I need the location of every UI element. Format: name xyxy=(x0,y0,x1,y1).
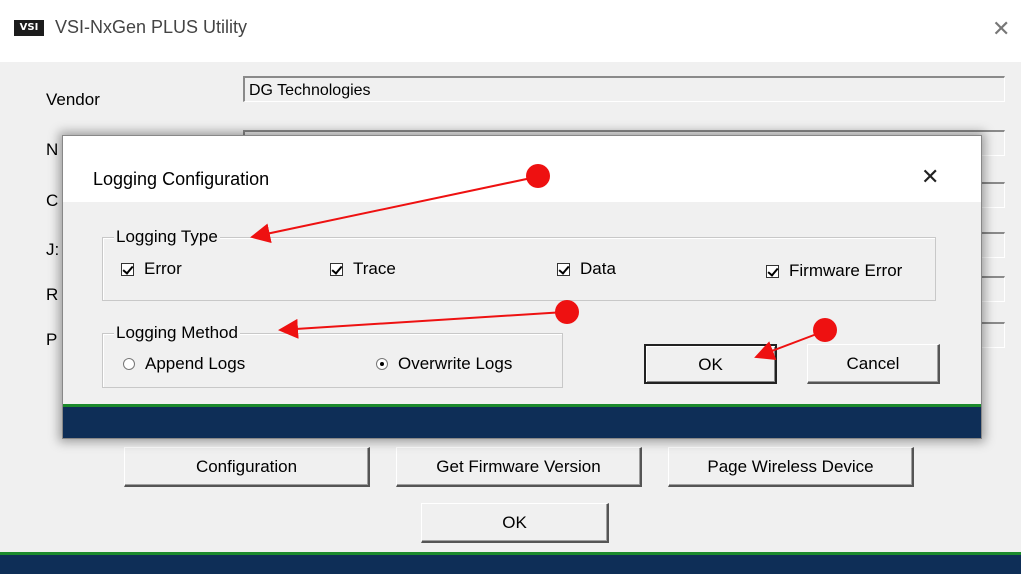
error-checkbox-label: Error xyxy=(144,259,182,278)
data-checkbox[interactable]: Data xyxy=(557,259,616,279)
dialog-close-icon[interactable]: ✕ xyxy=(921,164,939,190)
overwrite-logs-label: Overwrite Logs xyxy=(398,354,513,373)
logging-method-legend: Logging Method xyxy=(114,323,240,343)
dialog-body: Logging Type Error Trace Data Firmware E… xyxy=(63,202,981,404)
data-check-box-icon[interactable] xyxy=(557,262,570,276)
dialog-title-bar: Logging Configuration ✕ xyxy=(63,136,981,202)
main-title-bar: VSI VSI-NxGen PLUS Utility ✕ xyxy=(0,0,1021,62)
error-checkbox[interactable]: Error xyxy=(121,259,182,279)
configuration-button[interactable]: Configuration xyxy=(124,447,370,487)
main-status-bar xyxy=(0,552,1021,574)
logging-configuration-dialog: Logging Configuration ✕ Logging Type Err… xyxy=(62,135,982,439)
main-close-icon[interactable]: ✕ xyxy=(992,16,1010,42)
page-wireless-device-button[interactable]: Page Wireless Device xyxy=(668,447,914,487)
logging-type-legend: Logging Type xyxy=(114,227,220,247)
vsi-app-icon: VSI xyxy=(14,20,44,36)
overwrite-logs-radio[interactable]: Overwrite Logs xyxy=(376,354,512,374)
vendor-label: Vendor xyxy=(46,90,100,109)
field-label-c: C xyxy=(46,191,59,210)
append-logs-radio-icon[interactable] xyxy=(123,358,135,370)
overwrite-logs-radio-icon[interactable] xyxy=(376,358,388,370)
vendor-field: DG Technologies xyxy=(243,76,1005,102)
firmware-error-checkbox[interactable]: Firmware Error xyxy=(766,261,902,281)
field-label-j: J: xyxy=(46,240,60,259)
dialog-status-bar xyxy=(63,404,981,438)
dialog-ok-button[interactable]: OK xyxy=(644,344,777,384)
dialog-title: Logging Configuration xyxy=(93,169,270,189)
firmware-error-checkbox-label: Firmware Error xyxy=(789,261,903,280)
data-checkbox-label: Data xyxy=(580,259,616,278)
dialog-cancel-button[interactable]: Cancel xyxy=(807,344,940,384)
trace-checkbox[interactable]: Trace xyxy=(330,259,396,279)
error-check-box-icon[interactable] xyxy=(121,262,134,276)
field-label-n: N xyxy=(46,140,59,159)
trace-check-box-icon[interactable] xyxy=(330,262,343,276)
main-ok-button[interactable]: OK xyxy=(421,503,609,543)
append-logs-label: Append Logs xyxy=(145,354,246,373)
append-logs-radio[interactable]: Append Logs xyxy=(123,354,245,374)
get-firmware-version-button[interactable]: Get Firmware Version xyxy=(396,447,642,487)
field-label-r: R xyxy=(46,285,59,304)
main-window-title: VSI-NxGen PLUS Utility xyxy=(55,17,248,37)
firmware-error-check-box-icon[interactable] xyxy=(766,264,779,278)
field-label-p: P xyxy=(46,330,58,349)
trace-checkbox-label: Trace xyxy=(353,259,396,278)
